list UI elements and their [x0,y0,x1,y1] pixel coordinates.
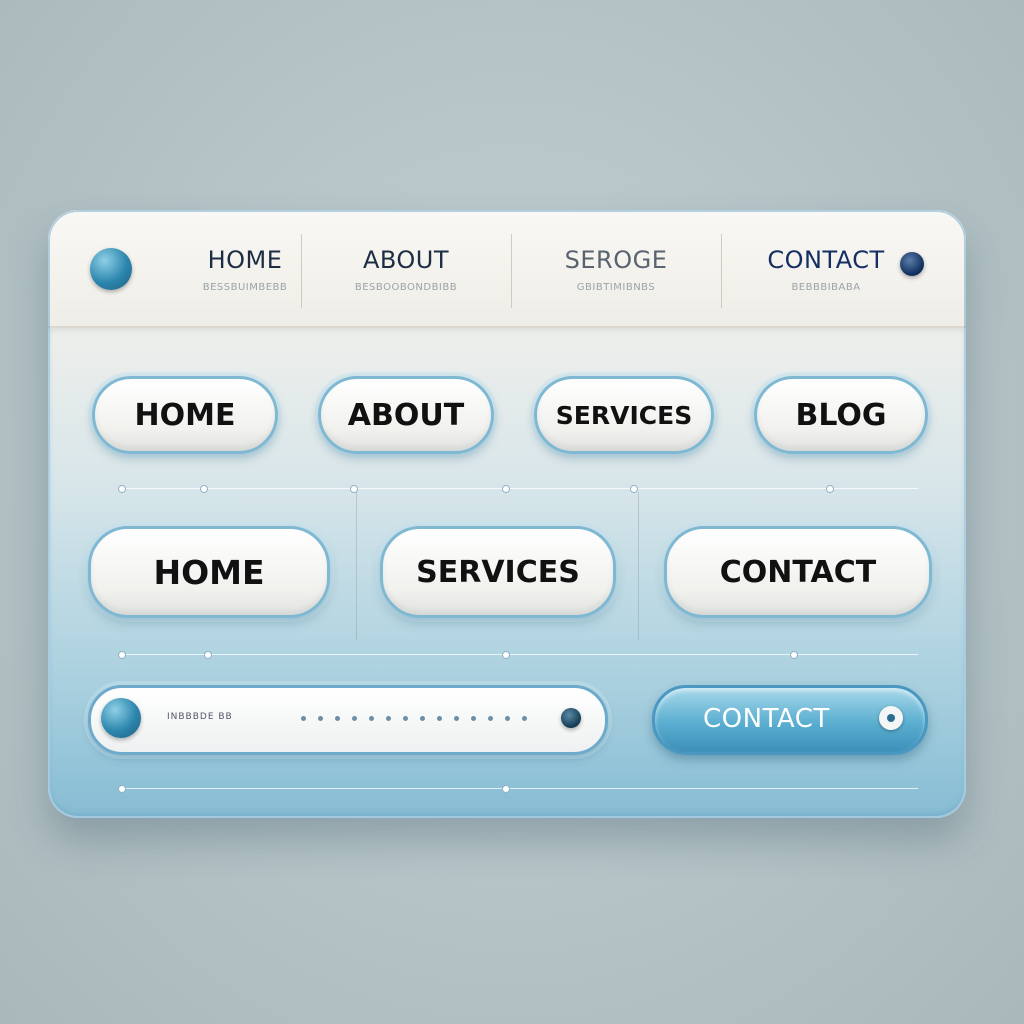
topnav-item-services[interactable]: SEROGE GBIBTIMIBNBS [511,210,721,326]
about-button[interactable]: ABOUT [318,376,494,454]
guide-dot [826,485,834,493]
guide-dot [204,651,212,659]
search-placeholder: INBBBDE BB [167,712,233,722]
contact-button-large[interactable]: CONTACT [664,526,932,618]
guide-line [118,488,918,489]
home-button[interactable]: HOME [92,376,278,454]
search-progress-dots [301,716,527,721]
blog-button[interactable]: BLOG [754,376,928,454]
guide-dot [502,651,510,659]
services-button[interactable]: SERVICES [534,376,714,454]
contact-cta-label: CONTACT [703,704,830,734]
guide-dot [118,785,126,793]
guide-dot [502,785,510,793]
search-orb-icon [101,698,141,738]
guide-line [118,788,918,789]
home-button-large[interactable]: HOME [88,526,330,618]
topnav-item-sublabel: GBIBTIMIBNBS [576,282,656,293]
about-button-label: ABOUT [347,397,465,433]
search-submit-icon[interactable] [561,708,581,728]
blog-button-label: BLOG [795,397,887,433]
services-button-large[interactable]: SERVICES [380,526,616,618]
topnav-item-label: SEROGE [564,246,668,274]
services-button-label: SERVICES [555,400,693,430]
guide-dot [502,485,510,493]
logo-orb-icon [90,248,132,290]
guide-dot [118,485,126,493]
contact-indicator-icon [900,252,924,276]
guide-line [118,654,918,655]
radio-toggle-icon[interactable] [879,706,903,730]
guide-dot [200,485,208,493]
topnav-item-contact[interactable]: CONTACT BEBBBIBABA [721,210,931,326]
guide-dot [630,485,638,493]
topnav-item-label: ABOUT [362,246,450,274]
top-navigation-bar: HOME BESSBUIMBEBB ABOUT BESBOOBONDBIBB S… [48,210,966,328]
guide-dot [118,651,126,659]
topnav-item-about[interactable]: ABOUT BESBOOBONDBIBB [301,210,511,326]
home-button-label: HOME [134,397,236,433]
guide-dot [790,651,798,659]
topnav-item-sublabel: BESBOOBONDBIBB [354,282,458,293]
guide-line [638,492,639,640]
nav-demo-panel: HOME BESSBUIMBEBB ABOUT BESBOOBONDBIBB S… [48,210,966,818]
contact-cta-button[interactable]: CONTACT [652,685,928,755]
topnav-item-sublabel: BEBBBIBABA [791,282,861,293]
services-button-large-label: SERVICES [416,554,580,590]
guide-line [356,492,357,640]
contact-button-large-label: CONTACT [719,554,877,590]
search-input[interactable]: INBBBDE BB [88,685,608,755]
home-button-large-label: HOME [153,552,265,592]
